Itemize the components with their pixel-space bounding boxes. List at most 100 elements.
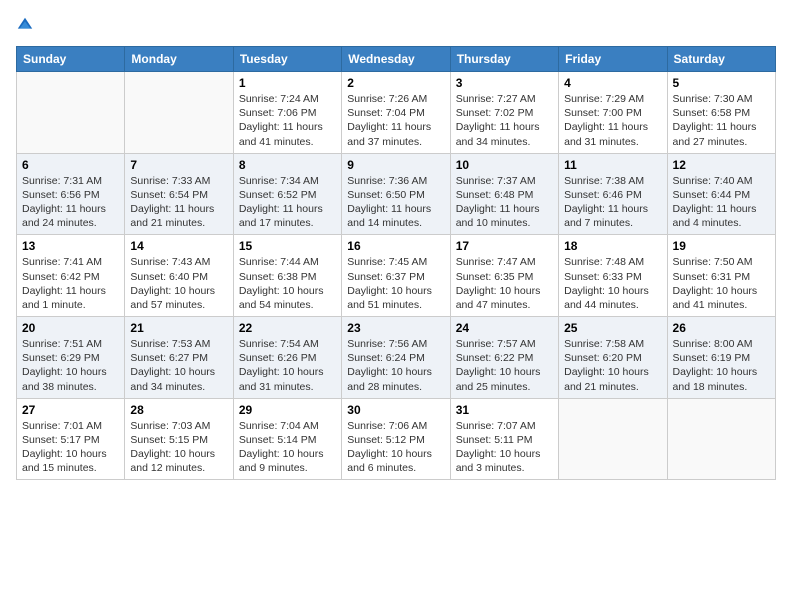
day-header-thursday: Thursday	[450, 47, 558, 72]
logo	[16, 16, 36, 34]
day-number: 19	[673, 239, 770, 253]
week-row-1: 1 Sunrise: 7:24 AM Sunset: 7:06 PM Daylig…	[17, 72, 776, 154]
day-number: 24	[456, 321, 553, 335]
calendar-cell: 19 Sunrise: 7:50 AM Sunset: 6:31 PM Dayli…	[667, 235, 775, 317]
calendar-cell	[125, 72, 233, 154]
day-number: 23	[347, 321, 444, 335]
day-info: Sunrise: 7:04 AM Sunset: 5:14 PM Dayligh…	[239, 419, 336, 476]
day-info: Sunrise: 7:06 AM Sunset: 5:12 PM Dayligh…	[347, 419, 444, 476]
day-info: Sunrise: 7:54 AM Sunset: 6:26 PM Dayligh…	[239, 337, 336, 394]
day-info: Sunrise: 7:57 AM Sunset: 6:22 PM Dayligh…	[456, 337, 553, 394]
calendar-cell: 5 Sunrise: 7:30 AM Sunset: 6:58 PM Daylig…	[667, 72, 775, 154]
day-number: 14	[130, 239, 227, 253]
day-number: 15	[239, 239, 336, 253]
calendar-cell: 20 Sunrise: 7:51 AM Sunset: 6:29 PM Dayli…	[17, 317, 125, 399]
calendar-cell: 17Sunrise: 7:47 AM Sunset: 6:35 PM Dayli…	[450, 235, 558, 317]
day-number: 10	[456, 158, 553, 172]
day-info: Sunrise: 7:29 AM Sunset: 7:00 PM Dayligh…	[564, 92, 661, 149]
calendar-cell: 8 Sunrise: 7:34 AM Sunset: 6:52 PM Daylig…	[233, 153, 341, 235]
day-info: Sunrise: 7:48 AM Sunset: 6:33 PM Dayligh…	[564, 255, 661, 312]
day-number: 5	[673, 76, 770, 90]
calendar-cell: 27Sunrise: 7:01 AM Sunset: 5:17 PM Dayli…	[17, 398, 125, 480]
calendar-cell: 14 Sunrise: 7:43 AM Sunset: 6:40 PM Dayli…	[125, 235, 233, 317]
day-info: Sunrise: 7:40 AM Sunset: 6:44 PM Dayligh…	[673, 174, 770, 231]
day-number: 20	[22, 321, 119, 335]
calendar-cell: 1 Sunrise: 7:24 AM Sunset: 7:06 PM Daylig…	[233, 72, 341, 154]
day-info: Sunrise: 7:38 AM Sunset: 6:46 PM Dayligh…	[564, 174, 661, 231]
calendar-cell: 4 Sunrise: 7:29 AM Sunset: 7:00 PM Daylig…	[559, 72, 667, 154]
week-row-5: 27Sunrise: 7:01 AM Sunset: 5:17 PM Dayli…	[17, 398, 776, 480]
calendar-cell: 13 Sunrise: 7:41 AM Sunset: 6:42 PM Dayli…	[17, 235, 125, 317]
calendar-cell: 2Sunrise: 7:26 AM Sunset: 7:04 PM Daylig…	[342, 72, 450, 154]
day-info: Sunrise: 7:30 AM Sunset: 6:58 PM Dayligh…	[673, 92, 770, 149]
day-number: 21	[130, 321, 227, 335]
calendar-cell: 30 Sunrise: 7:06 AM Sunset: 5:12 PM Dayli…	[342, 398, 450, 480]
day-header-sunday: Sunday	[17, 47, 125, 72]
calendar-cell: 31Sunrise: 7:07 AM Sunset: 5:11 PM Dayli…	[450, 398, 558, 480]
day-header-wednesday: Wednesday	[342, 47, 450, 72]
day-info: Sunrise: 7:47 AM Sunset: 6:35 PM Dayligh…	[456, 255, 553, 312]
day-info: Sunrise: 7:34 AM Sunset: 6:52 PM Dayligh…	[239, 174, 336, 231]
calendar-cell: 24 Sunrise: 7:57 AM Sunset: 6:22 PM Dayli…	[450, 317, 558, 399]
calendar-cell: 7Sunrise: 7:33 AM Sunset: 6:54 PM Daylig…	[125, 153, 233, 235]
page: SundayMondayTuesdayWednesdayThursdayFrid…	[0, 0, 792, 612]
day-number: 3	[456, 76, 553, 90]
day-number: 6	[22, 158, 119, 172]
calendar-cell: 10 Sunrise: 7:37 AM Sunset: 6:48 PM Dayli…	[450, 153, 558, 235]
day-info: Sunrise: 7:58 AM Sunset: 6:20 PM Dayligh…	[564, 337, 661, 394]
calendar-cell: 18 Sunrise: 7:48 AM Sunset: 6:33 PM Dayli…	[559, 235, 667, 317]
calendar-cell: 3 Sunrise: 7:27 AM Sunset: 7:02 PM Daylig…	[450, 72, 558, 154]
day-header-saturday: Saturday	[667, 47, 775, 72]
day-number: 27	[22, 403, 119, 417]
day-info: Sunrise: 7:33 AM Sunset: 6:54 PM Dayligh…	[130, 174, 227, 231]
day-header-monday: Monday	[125, 47, 233, 72]
calendar-cell: 9 Sunrise: 7:36 AM Sunset: 6:50 PM Daylig…	[342, 153, 450, 235]
calendar-cell: 26 Sunrise: 8:00 AM Sunset: 6:19 PM Dayli…	[667, 317, 775, 399]
day-number: 1	[239, 76, 336, 90]
day-number: 22	[239, 321, 336, 335]
day-number: 25	[564, 321, 661, 335]
day-number: 9	[347, 158, 444, 172]
day-info: Sunrise: 7:26 AM Sunset: 7:04 PM Dayligh…	[347, 92, 444, 149]
day-info: Sunrise: 7:43 AM Sunset: 6:40 PM Dayligh…	[130, 255, 227, 312]
day-info: Sunrise: 7:24 AM Sunset: 7:06 PM Dayligh…	[239, 92, 336, 149]
calendar-cell: 6 Sunrise: 7:31 AM Sunset: 6:56 PM Daylig…	[17, 153, 125, 235]
day-header-tuesday: Tuesday	[233, 47, 341, 72]
day-info: Sunrise: 7:41 AM Sunset: 6:42 PM Dayligh…	[22, 255, 119, 312]
day-info: Sunrise: 7:50 AM Sunset: 6:31 PM Dayligh…	[673, 255, 770, 312]
day-info: Sunrise: 7:31 AM Sunset: 6:56 PM Dayligh…	[22, 174, 119, 231]
calendar-cell: 23 Sunrise: 7:56 AM Sunset: 6:24 PM Dayli…	[342, 317, 450, 399]
day-number: 29	[239, 403, 336, 417]
week-row-4: 20 Sunrise: 7:51 AM Sunset: 6:29 PM Dayli…	[17, 317, 776, 399]
day-info: Sunrise: 7:53 AM Sunset: 6:27 PM Dayligh…	[130, 337, 227, 394]
day-number: 4	[564, 76, 661, 90]
calendar-cell: 16Sunrise: 7:45 AM Sunset: 6:37 PM Dayli…	[342, 235, 450, 317]
day-number: 12	[673, 158, 770, 172]
day-number: 13	[22, 239, 119, 253]
day-info: Sunrise: 7:07 AM Sunset: 5:11 PM Dayligh…	[456, 419, 553, 476]
day-number: 8	[239, 158, 336, 172]
calendar-cell	[17, 72, 125, 154]
day-info: Sunrise: 7:37 AM Sunset: 6:48 PM Dayligh…	[456, 174, 553, 231]
day-info: Sunrise: 8:00 AM Sunset: 6:19 PM Dayligh…	[673, 337, 770, 394]
day-info: Sunrise: 7:36 AM Sunset: 6:50 PM Dayligh…	[347, 174, 444, 231]
calendar-cell	[667, 398, 775, 480]
day-number: 18	[564, 239, 661, 253]
day-info: Sunrise: 7:56 AM Sunset: 6:24 PM Dayligh…	[347, 337, 444, 394]
calendar-cell: 12 Sunrise: 7:40 AM Sunset: 6:44 PM Dayli…	[667, 153, 775, 235]
logo-icon	[16, 16, 34, 34]
day-number: 30	[347, 403, 444, 417]
calendar-cell: 25 Sunrise: 7:58 AM Sunset: 6:20 PM Dayli…	[559, 317, 667, 399]
day-info: Sunrise: 7:27 AM Sunset: 7:02 PM Dayligh…	[456, 92, 553, 149]
day-number: 28	[130, 403, 227, 417]
calendar-cell: 22 Sunrise: 7:54 AM Sunset: 6:26 PM Dayli…	[233, 317, 341, 399]
calendar-table: SundayMondayTuesdayWednesdayThursdayFrid…	[16, 46, 776, 480]
calendar-cell: 11Sunrise: 7:38 AM Sunset: 6:46 PM Dayli…	[559, 153, 667, 235]
week-row-3: 13 Sunrise: 7:41 AM Sunset: 6:42 PM Dayli…	[17, 235, 776, 317]
day-number: 16	[347, 239, 444, 253]
day-info: Sunrise: 7:51 AM Sunset: 6:29 PM Dayligh…	[22, 337, 119, 394]
day-number: 26	[673, 321, 770, 335]
calendar-cell: 28 Sunrise: 7:03 AM Sunset: 5:15 PM Dayli…	[125, 398, 233, 480]
day-info: Sunrise: 7:03 AM Sunset: 5:15 PM Dayligh…	[130, 419, 227, 476]
calendar-cell: 21 Sunrise: 7:53 AM Sunset: 6:27 PM Dayli…	[125, 317, 233, 399]
